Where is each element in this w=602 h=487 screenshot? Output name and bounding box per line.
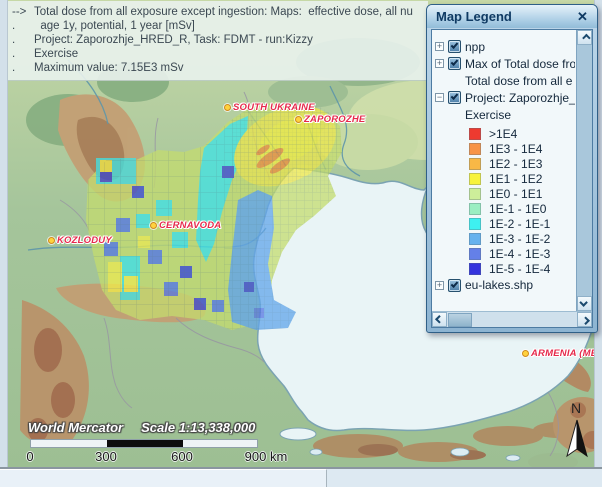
legend-class-row: >1E4: [435, 126, 575, 141]
map-label-kozloduy: KOZLODUY: [48, 235, 112, 246]
legend-horizontal-scrollbar[interactable]: [432, 311, 592, 327]
checkmark-icon: [451, 41, 459, 49]
scrollbar-thumb[interactable]: [0, 469, 327, 487]
scalebar-segment: [107, 440, 183, 447]
legend-body: + npp + Max of Total dose fro Total dose…: [431, 29, 593, 328]
scalebar-ticks: 0 300 600 900 km: [8, 449, 328, 465]
legend-class-row: 1E-2 - 1E-1: [435, 216, 575, 231]
color-swatch: [469, 173, 481, 185]
chevron-up-icon: [582, 33, 590, 41]
color-swatch: [469, 188, 481, 200]
info-line: . age 1y, potential, 1 year [mSv]: [12, 19, 426, 33]
map-label-south-ukraine: SOUTH UKRAINE: [224, 102, 315, 113]
color-swatch: [469, 218, 481, 230]
color-swatch: [469, 143, 481, 155]
checkmark-icon: [451, 58, 459, 66]
expand-icon[interactable]: +: [435, 281, 444, 290]
color-swatch: [469, 203, 481, 215]
npp-marker-icon: [150, 222, 157, 229]
npp-marker-icon: [224, 104, 231, 111]
map-info-box: -->Total dose from all exposure except i…: [8, 1, 428, 81]
checkbox[interactable]: [448, 279, 461, 292]
scroll-up-button[interactable]: [577, 30, 592, 45]
checkbox[interactable]: [448, 91, 461, 104]
checkmark-icon: [451, 280, 459, 288]
expand-icon[interactable]: +: [435, 59, 444, 68]
npp-marker-icon: [295, 116, 302, 123]
info-line-prefix: -->: [12, 5, 34, 19]
tree-item-project[interactable]: − Project: Zaporozhje_: [435, 89, 575, 106]
legend-class-row: 1E3 - 1E4: [435, 141, 575, 156]
color-swatch: [469, 263, 481, 275]
checkmark-icon: [451, 92, 459, 100]
info-line-prefix: .: [12, 33, 34, 47]
legend-tree: + npp + Max of Total dose fro Total dose…: [433, 30, 575, 310]
scroll-down-button[interactable]: [577, 296, 592, 311]
color-swatch: [469, 248, 481, 260]
north-arrow: N: [558, 402, 594, 464]
tree-item-npp[interactable]: + npp: [435, 38, 575, 55]
legend-title-bar[interactable]: Map Legend ✕: [427, 5, 597, 28]
tree-subitem-exercise: Exercise: [435, 106, 575, 123]
legend-class-row: 1E2 - 1E3: [435, 156, 575, 171]
info-line-prefix: .: [12, 61, 34, 75]
info-line-prefix: .: [12, 19, 34, 33]
color-swatch: [469, 233, 481, 245]
info-line: .Maximum value: 7.15E3 mSv: [12, 61, 426, 75]
tree-item-max-total-dose[interactable]: + Max of Total dose fro: [435, 55, 575, 72]
map-legend-panel: Map Legend ✕ + npp + Max of Total dose f…: [426, 4, 598, 333]
north-label: N: [571, 400, 581, 416]
collapse-icon[interactable]: −: [435, 93, 444, 102]
npp-marker-icon: [48, 237, 55, 244]
chevron-right-icon: [581, 316, 589, 324]
scale-tick: 600: [171, 449, 193, 464]
info-line: .Project: Zaporozhje_HRED_R, Task: FDMT …: [12, 33, 426, 47]
tree-subitem-total-dose: Total dose from all e: [435, 72, 575, 89]
left-edge-scrollbar[interactable]: [0, 0, 8, 467]
close-icon[interactable]: ✕: [574, 9, 591, 25]
scroll-right-button[interactable]: [577, 312, 592, 327]
info-line: .Exercise: [12, 47, 426, 61]
info-line: -->Total dose from all exposure except i…: [12, 5, 426, 19]
checkbox[interactable]: [448, 40, 461, 53]
chevron-left-icon: [435, 315, 443, 323]
legend-class-row: 1E0 - 1E1: [435, 186, 575, 201]
scrollbar-thumb[interactable]: [448, 313, 472, 327]
projection-scale-text: World Mercator Scale 1:13,338,000: [28, 420, 255, 435]
scroll-left-button[interactable]: [432, 312, 447, 327]
color-swatch: [469, 158, 481, 170]
legend-class-row: 1E-3 - 1E-2: [435, 231, 575, 246]
projection-name: World Mercator: [28, 420, 123, 435]
scalebar: [30, 439, 258, 448]
color-swatch: [469, 128, 481, 140]
bottom-horizontal-scrollbar[interactable]: [0, 467, 602, 487]
expand-icon[interactable]: +: [435, 42, 444, 51]
map-label-cernavoda: CERNAVODA: [150, 220, 221, 231]
map-label-zaporozhe: ZAPOROZHE: [295, 114, 365, 125]
scale-tick: 0: [26, 449, 33, 464]
info-line-prefix: .: [12, 47, 34, 61]
checkbox[interactable]: [448, 57, 461, 70]
map-label-armenia: ARMENIA (ME: [522, 348, 594, 359]
legend-class-row: 1E1 - 1E2: [435, 171, 575, 186]
legend-class-row: 1E-1 - 1E0: [435, 201, 575, 216]
npp-marker-icon: [522, 350, 529, 357]
scale-tick: 900 km: [245, 449, 288, 464]
tree-item-eu-lakes[interactable]: + eu-lakes.shp: [435, 276, 575, 294]
scale-ratio: Scale 1:13,338,000: [141, 420, 255, 435]
legend-vertical-scrollbar[interactable]: [576, 30, 592, 311]
legend-title: Map Legend: [436, 9, 574, 24]
scale-tick: 300: [95, 449, 117, 464]
gis-application-window: -->Total dose from all exposure except i…: [0, 0, 602, 487]
legend-class-row: 1E-4 - 1E-3: [435, 246, 575, 261]
chevron-down-icon: [579, 298, 587, 306]
legend-class-row: 1E-5 - 1E-4: [435, 261, 575, 276]
